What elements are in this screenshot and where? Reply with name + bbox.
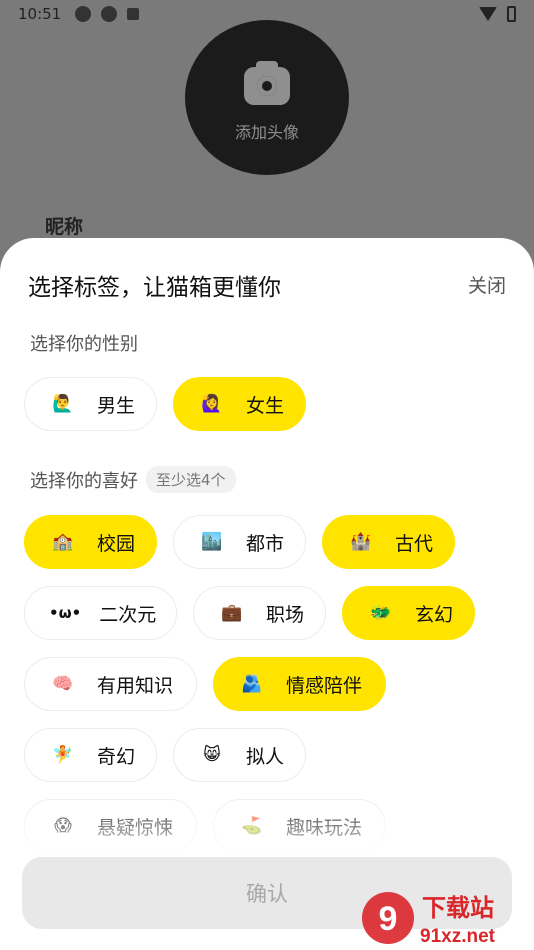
- golf-flag-icon: ⛳: [241, 815, 263, 836]
- site-watermark: 9 下载站 91xz.net: [362, 892, 496, 947]
- pref-chip-label: 情感陪伴: [286, 674, 363, 697]
- pref-chip-fantasy-xuanhuan[interactable]: 🐲 玄幻: [342, 586, 475, 640]
- gender-section-title: 选择你的性别: [30, 330, 138, 356]
- dragon-icon: 🐲: [370, 602, 392, 623]
- briefcase-icon: 💼: [221, 602, 243, 623]
- watermark-cn-text: 下载站: [422, 894, 494, 922]
- close-button[interactable]: 关闭: [468, 271, 506, 298]
- pref-chip-suspense[interactable]: 😱 悬疑惊悚: [24, 799, 197, 853]
- pref-chip-label: 拟人: [246, 745, 285, 768]
- pref-chip-label: 职场: [266, 603, 305, 626]
- preference-section-title: 选择你的喜好 至少选4个: [30, 466, 236, 493]
- notification-a-icon: [127, 8, 140, 20]
- notification-icons: [75, 6, 140, 22]
- pref-chip-campus[interactable]: 🏫 校园: [24, 515, 157, 569]
- pref-chip-fun-play[interactable]: ⛳ 趣味玩法: [213, 799, 386, 853]
- pref-chip-city[interactable]: 🏙️ 都市: [173, 515, 306, 569]
- screaming-face-icon: 😱: [54, 815, 72, 836]
- pref-chip-label: 校园: [97, 532, 136, 555]
- pref-chip-fantasy[interactable]: 🧚 奇幻: [24, 728, 157, 782]
- pref-chip-label: 趣味玩法: [286, 816, 363, 839]
- add-avatar-label: 添加头像: [234, 122, 299, 142]
- gender-chip-label: 女生: [246, 394, 285, 417]
- pref-chip-label: 奇幻: [97, 745, 136, 768]
- notification-app-icon: [101, 6, 118, 22]
- pref-chip-label: 悬疑惊悚: [97, 816, 174, 839]
- fairy-icon: 🧚: [52, 744, 74, 765]
- kaomoji-icon: •ω•: [49, 604, 82, 622]
- cat-face-icon: 😸: [203, 744, 221, 765]
- man-raising-hand-icon: 🙋‍♂️: [52, 393, 74, 414]
- tag-selection-sheet: 选择标签，让猫箱更懂你 关闭 选择你的性别 🙋‍♂️ 男生 🙋‍♀️ 女生 选择…: [0, 238, 534, 950]
- watermark-url-text: 91xz.net: [420, 926, 496, 947]
- pref-chip-knowledge[interactable]: 🧠 有用知识: [24, 657, 197, 711]
- gender-chip-female[interactable]: 🙋‍♀️ 女生: [173, 377, 306, 431]
- gender-section-label: 选择你的性别: [30, 334, 138, 355]
- nickname-label: 昵称: [45, 216, 84, 238]
- pref-chip-label: 玄幻: [415, 603, 454, 626]
- notification-app-icon: [75, 6, 92, 22]
- hug-icon: 🫂: [241, 673, 263, 694]
- pref-chip-ancient[interactable]: 🏰 古代: [322, 515, 455, 569]
- woman-raising-hand-icon: 🙋‍♀️: [201, 393, 223, 414]
- pref-chip-label: 古代: [395, 532, 434, 555]
- castle-icon: 🏰: [350, 531, 372, 552]
- preference-section-label: 选择你的喜好: [30, 470, 138, 492]
- gender-chip-label: 男生: [97, 394, 136, 417]
- watermark-logo-text: 9: [379, 900, 398, 938]
- preference-hint-badge: 至少选4个: [146, 466, 236, 493]
- camera-icon: [244, 60, 290, 105]
- wifi-icon: [479, 7, 497, 21]
- battery-icon: [507, 6, 516, 22]
- brain-icon: 🧠: [52, 673, 74, 694]
- add-avatar-button[interactable]: 添加头像: [185, 20, 349, 175]
- pref-chip-label: 都市: [246, 532, 285, 555]
- gender-chip-male[interactable]: 🙋‍♂️ 男生: [24, 377, 157, 431]
- pref-chip-label: 二次元: [99, 603, 157, 626]
- pref-chip-workplace[interactable]: 💼 职场: [193, 586, 326, 640]
- school-icon: 🏫: [52, 531, 74, 552]
- pref-chip-anime[interactable]: •ω• 二次元: [24, 586, 177, 640]
- pref-chip-anthropomorphic[interactable]: 😸 拟人: [173, 728, 306, 782]
- sheet-title: 选择标签，让猫箱更懂你: [28, 275, 281, 301]
- pref-chip-label: 有用知识: [97, 674, 174, 697]
- cityscape-icon: 🏙️: [201, 531, 223, 552]
- pref-chip-companionship[interactable]: 🫂 情感陪伴: [213, 657, 386, 711]
- status-time: 10:51: [18, 5, 62, 23]
